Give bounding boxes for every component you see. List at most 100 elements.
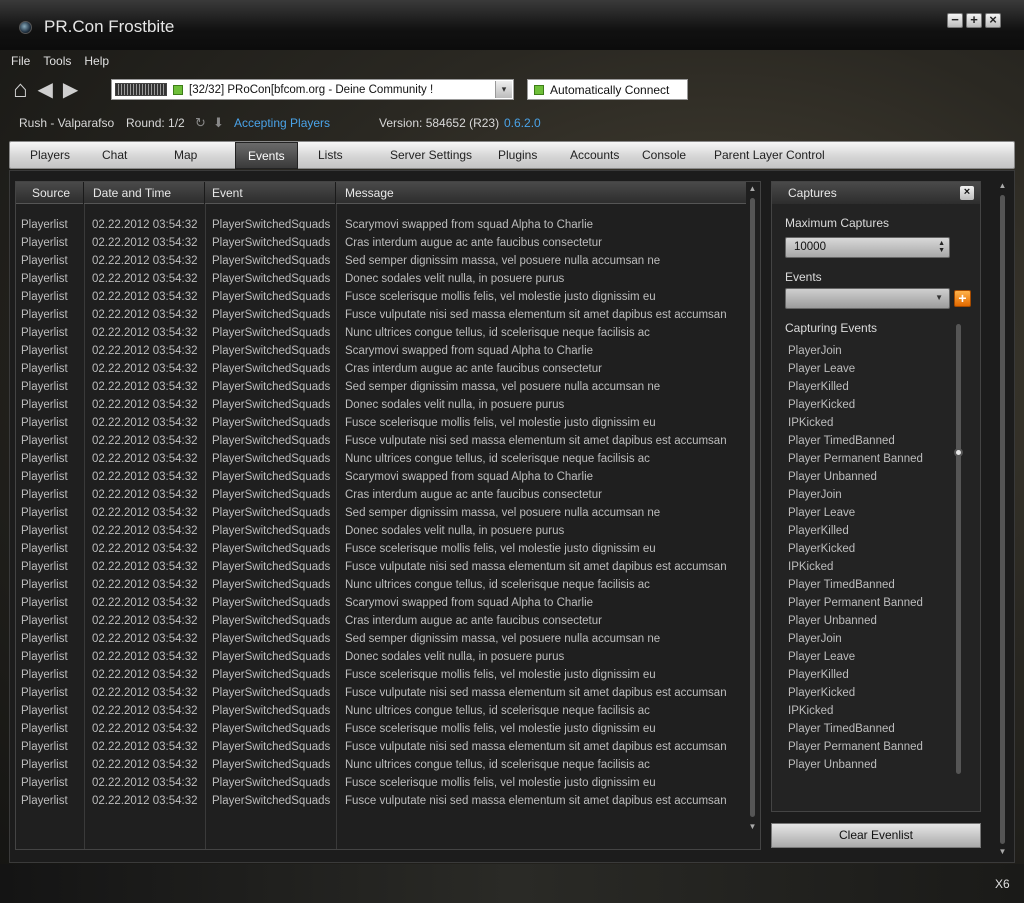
list-item[interactable]: Player Unbanned (788, 612, 958, 630)
tab-server-settings[interactable]: Server Settings (390, 148, 472, 162)
list-item[interactable]: Player Permanent Banned (788, 738, 958, 756)
table-row[interactable]: Playerlist 02.22.2012 03:54:32 PlayerSwitc… (16, 360, 746, 378)
table-row[interactable]: Playerlist 02.22.2012 03:54:32 PlayerSwitc… (16, 324, 746, 342)
list-item[interactable]: PlayerKilled (788, 378, 958, 396)
table-row[interactable]: Playerlist 02.22.2012 03:54:32 PlayerSwitc… (16, 234, 746, 252)
auto-connect-checkbox[interactable]: Automatically Connect (527, 79, 688, 100)
chevron-down-icon[interactable]: ▼ (935, 293, 943, 302)
events-select[interactable]: ▼ (785, 288, 950, 309)
server-select[interactable]: [32/32] PRoCon[bfcom.org - Deine Communi… (111, 79, 514, 100)
table-row[interactable]: Playerlist 02.22.2012 03:54:32 PlayerSwitc… (16, 504, 746, 522)
scroll-down-icon[interactable]: ▼ (997, 847, 1008, 856)
list-item[interactable]: Player Leave (788, 360, 958, 378)
table-row[interactable]: Playerlist 02.22.2012 03:54:32 PlayerSwitc… (16, 396, 746, 414)
table-row[interactable]: Playerlist 02.22.2012 03:54:32 PlayerSwitc… (16, 486, 746, 504)
table-row[interactable]: Playerlist 02.22.2012 03:54:32 PlayerSwitc… (16, 468, 746, 486)
table-row[interactable]: Playerlist 02.22.2012 03:54:32 PlayerSwitc… (16, 522, 746, 540)
home-icon[interactable]: ⌂ (13, 78, 28, 102)
list-item[interactable]: Player TimedBanned (788, 720, 958, 738)
list-item[interactable]: PlayerJoin (788, 342, 958, 360)
column-message[interactable]: Message (336, 182, 746, 204)
list-item[interactable]: Player Leave (788, 648, 958, 666)
column-date-time[interactable]: Date and Time (84, 182, 205, 204)
tab-players[interactable]: Players (30, 148, 70, 162)
table-row[interactable]: Playerlist 02.22.2012 03:54:32 PlayerSwitc… (16, 432, 746, 450)
table-row[interactable]: Playerlist 02.22.2012 03:54:32 PlayerSwitc… (16, 738, 746, 756)
tab-map[interactable]: Map (174, 148, 197, 162)
max-captures-stepper[interactable]: 10000 ▲ ▼ (785, 237, 950, 258)
table-row[interactable]: Playerlist 02.22.2012 03:54:32 PlayerSwitc… (16, 612, 746, 630)
stepper-arrows-icon[interactable]: ▲ ▼ (938, 240, 945, 254)
tab-plugins[interactable]: Plugins (498, 148, 537, 162)
add-event-button[interactable]: + (954, 290, 971, 307)
captures-scrollbar[interactable] (954, 324, 963, 774)
list-item[interactable]: IPKicked (788, 414, 958, 432)
close-window-button[interactable]: × (985, 13, 1001, 28)
list-item[interactable]: PlayerKilled (788, 522, 958, 540)
forward-arrow-icon[interactable]: ▶ (63, 78, 78, 102)
list-item[interactable]: PlayerKicked (788, 684, 958, 702)
checkbox-checked-icon[interactable] (534, 84, 544, 95)
scroll-down-icon[interactable]: ▼ (747, 822, 758, 831)
list-item[interactable]: Player Unbanned (788, 756, 958, 774)
column-source[interactable]: Source (16, 182, 84, 204)
table-row[interactable]: Playerlist 02.22.2012 03:54:32 PlayerSwitc… (16, 342, 746, 360)
scroll-track[interactable] (956, 324, 961, 774)
menu-help[interactable]: Help (84, 54, 109, 68)
table-row[interactable]: Playerlist 02.22.2012 03:54:32 PlayerSwitc… (16, 414, 746, 432)
refresh-icon[interactable]: ↻ (195, 115, 206, 131)
table-row[interactable]: Playerlist 02.22.2012 03:54:32 PlayerSwitc… (16, 648, 746, 666)
server-state-link[interactable]: Accepting Players (234, 116, 330, 130)
list-item[interactable]: PlayerJoin (788, 630, 958, 648)
list-item[interactable]: PlayerJoin (788, 486, 958, 504)
menu-tools[interactable]: Tools (43, 54, 71, 68)
table-row[interactable]: Playerlist 02.22.2012 03:54:32 PlayerSwitc… (16, 216, 746, 234)
scroll-up-icon[interactable]: ▲ (747, 184, 758, 193)
table-row[interactable]: Playerlist 02.22.2012 03:54:32 PlayerSwitc… (16, 450, 746, 468)
list-item[interactable]: PlayerKilled (788, 666, 958, 684)
list-item[interactable]: IPKicked (788, 558, 958, 576)
scroll-up-icon[interactable]: ▲ (997, 181, 1008, 190)
tab-accounts[interactable]: Accounts (570, 148, 619, 162)
table-row[interactable]: Playerlist 02.22.2012 03:54:32 PlayerSwitc… (16, 540, 746, 558)
download-icon[interactable]: ⬇ (213, 115, 224, 131)
list-item[interactable]: Player TimedBanned (788, 432, 958, 450)
list-item[interactable]: Player Leave (788, 504, 958, 522)
table-row[interactable]: Playerlist 02.22.2012 03:54:32 PlayerSwitc… (16, 252, 746, 270)
list-item[interactable]: PlayerKicked (788, 396, 958, 414)
client-version-link[interactable]: 0.6.2.0 (504, 116, 541, 130)
table-row[interactable]: Playerlist 02.22.2012 03:54:32 PlayerSwitc… (16, 558, 746, 576)
tab-chat[interactable]: Chat (102, 148, 127, 162)
scroll-track[interactable] (1000, 195, 1005, 844)
table-row[interactable]: Playerlist 02.22.2012 03:54:32 PlayerSwitc… (16, 702, 746, 720)
menu-file[interactable]: File (11, 54, 30, 68)
tab-events[interactable]: Events (235, 142, 298, 169)
table-row[interactable]: Playerlist 02.22.2012 03:54:32 PlayerSwitc… (16, 378, 746, 396)
minimize-button[interactable]: − (947, 13, 963, 28)
back-arrow-icon[interactable]: ◀ (38, 78, 53, 102)
column-event[interactable]: Event (205, 182, 336, 204)
table-row[interactable]: Playerlist 02.22.2012 03:54:32 PlayerSwitc… (16, 306, 746, 324)
maximize-button[interactable]: + (966, 13, 982, 28)
table-row[interactable]: Playerlist 02.22.2012 03:54:32 PlayerSwitc… (16, 720, 746, 738)
table-row[interactable]: Playerlist 02.22.2012 03:54:32 PlayerSwitc… (16, 576, 746, 594)
table-row[interactable]: Playerlist 02.22.2012 03:54:32 PlayerSwitc… (16, 792, 746, 810)
table-row[interactable]: Playerlist 02.22.2012 03:54:32 PlayerSwitc… (16, 666, 746, 684)
tab-console[interactable]: Console (642, 148, 686, 162)
chevron-down-icon[interactable]: ▾ (495, 81, 512, 98)
list-item[interactable]: Player Unbanned (788, 468, 958, 486)
list-item[interactable]: Player TimedBanned (788, 576, 958, 594)
table-row[interactable]: Playerlist 02.22.2012 03:54:32 PlayerSwitc… (16, 630, 746, 648)
table-row[interactable]: Playerlist 02.22.2012 03:54:32 PlayerSwitc… (16, 756, 746, 774)
tab-parent-layer-control[interactable]: Parent Layer Control (714, 148, 825, 162)
list-item[interactable]: PlayerKicked (788, 540, 958, 558)
table-row[interactable]: Playerlist 02.22.2012 03:54:32 PlayerSwitc… (16, 594, 746, 612)
scroll-track[interactable] (750, 198, 755, 817)
tab-lists[interactable]: Lists (318, 148, 343, 162)
table-row[interactable]: Playerlist 02.22.2012 03:54:32 PlayerSwitc… (16, 774, 746, 792)
table-row[interactable]: Playerlist 02.22.2012 03:54:32 PlayerSwitc… (16, 270, 746, 288)
table-row[interactable]: Playerlist 02.22.2012 03:54:32 PlayerSwitc… (16, 684, 746, 702)
events-scrollbar[interactable]: ▲ ▼ (747, 184, 758, 831)
close-icon[interactable]: × (960, 186, 974, 200)
scroll-thumb[interactable] (954, 448, 963, 457)
